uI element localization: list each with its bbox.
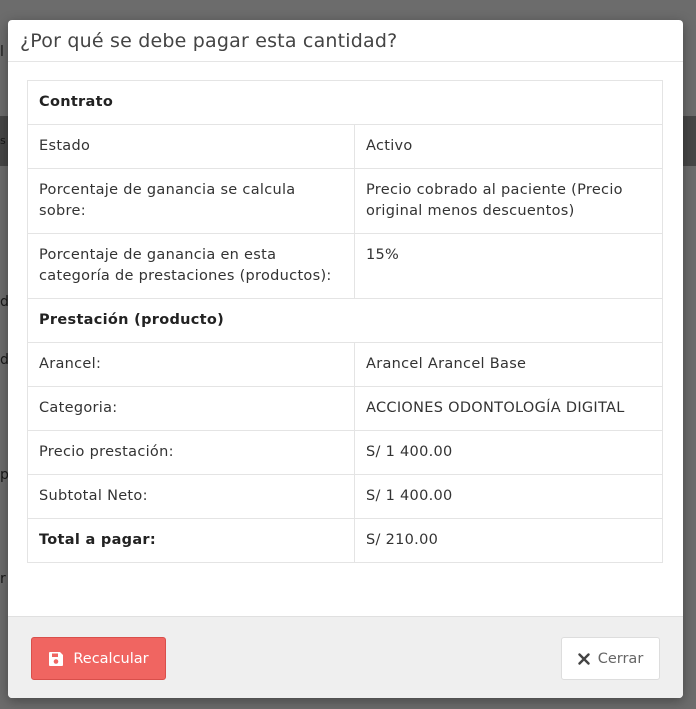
porcentaje-sobre-value: Precio cobrado al paciente (Precio origi… [354,168,663,234]
precio-prestacion-label: Precio prestación: [27,430,355,475]
recalcular-label: Recalcular [73,650,149,667]
subtotal-neto-value: S/ 1 400.00 [354,474,663,519]
table-row: Porcentaje de ganancia se calcula sobre:… [27,168,663,234]
estado-label: Estado [27,124,355,169]
section-title-contract: Contrato [27,80,663,125]
payment-explanation-modal: ¿Por qué se debe pagar esta cantidad? Co… [8,20,683,698]
table-row: Total a pagar: S/ 210.00 [27,518,663,563]
porcentaje-categoria-label: Porcentaje de ganancia en esta categoría… [27,233,355,299]
modal-title: ¿Por qué se debe pagar esta cantidad? [20,29,398,52]
modal-body: Contrato Estado Activo Porcentaje de gan… [8,62,683,616]
table-row: Subtotal Neto: S/ 1 400.00 [27,474,663,519]
arancel-label: Arancel: [27,342,355,387]
payment-details-table: Contrato Estado Activo Porcentaje de gan… [27,80,663,563]
table-row-prestacion-header: Prestación (producto) [27,298,663,343]
save-icon [48,651,64,667]
modal-header: ¿Por qué se debe pagar esta cantidad? [8,20,683,62]
porcentaje-sobre-label: Porcentaje de ganancia se calcula sobre: [27,168,355,234]
categoria-value: ACCIONES ODONTOLOGÍA DIGITAL [354,386,663,431]
close-icon [578,652,590,665]
cerrar-label: Cerrar [597,650,644,667]
total-a-pagar-label: Total a pagar: [27,518,355,563]
table-row-contract-header: Contrato [27,80,663,125]
section-title-prestacion: Prestación (producto) [27,298,663,343]
modal-footer: Recalcular Cerrar [8,616,683,698]
table-row: Porcentaje de ganancia en esta categoría… [27,233,663,299]
precio-prestacion-value: S/ 1 400.00 [354,430,663,475]
cerrar-button[interactable]: Cerrar [561,637,660,680]
recalcular-button[interactable]: Recalcular [31,637,166,680]
table-row: Precio prestación: S/ 1 400.00 [27,430,663,475]
arancel-value: Arancel Arancel Base [354,342,663,387]
total-a-pagar-value: S/ 210.00 [354,518,663,563]
table-row: Estado Activo [27,124,663,169]
categoria-label: Categoria: [27,386,355,431]
porcentaje-categoria-value: 15% [354,233,663,299]
subtotal-neto-label: Subtotal Neto: [27,474,355,519]
table-row: Arancel: Arancel Arancel Base [27,342,663,387]
estado-value: Activo [354,124,663,169]
table-row: Categoria: ACCIONES ODONTOLOGÍA DIGITAL [27,386,663,431]
